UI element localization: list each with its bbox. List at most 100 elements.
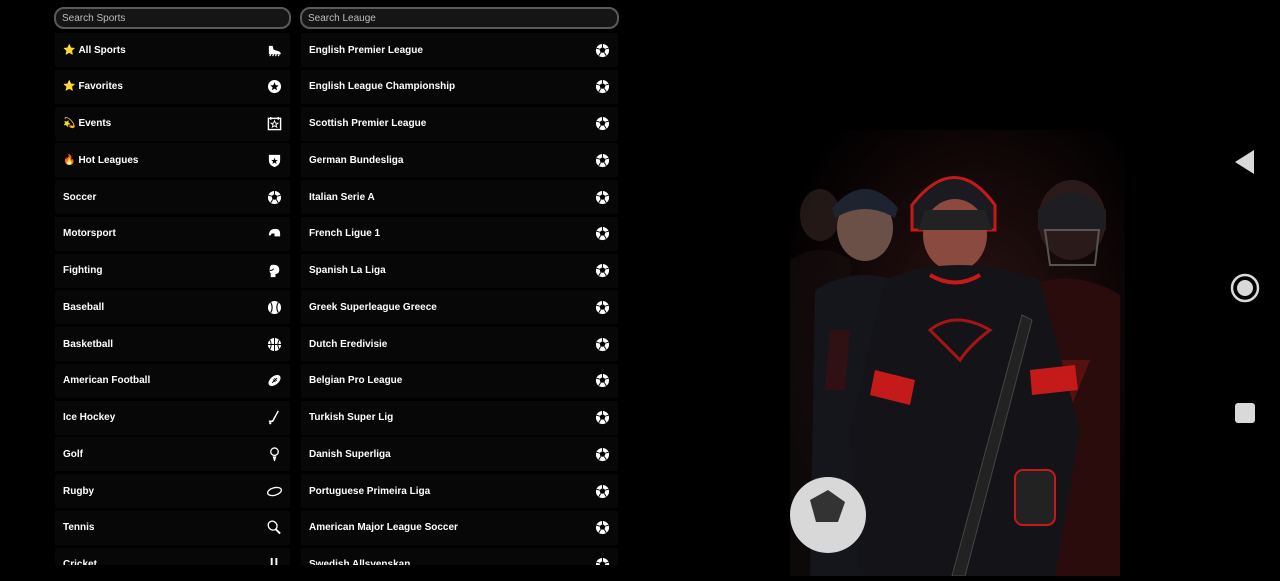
league-item-swedish-allsvenskan[interactable]: Swedish Allsvenskan <box>301 547 618 565</box>
sport-item-ice-hockey-text: Ice Hockey <box>63 412 115 423</box>
sport-item-tennis[interactable]: Tennis <box>55 510 290 545</box>
league-item-spanish-la-liga[interactable]: Spanish La Liga <box>301 253 618 288</box>
soccer-ball-icon <box>594 263 610 279</box>
league-item-english-league-championship-text: English League Championship <box>309 81 455 92</box>
sport-item-tennis-text: Tennis <box>63 522 94 533</box>
soccer-ball-icon <box>594 299 610 315</box>
sport-item-soccer-text: Soccer <box>63 192 96 203</box>
row-emoji: 💫 <box>63 118 76 129</box>
league-item-greek-superleague-greece[interactable]: Greek Superleague Greece <box>301 290 618 325</box>
row-label: Fighting <box>63 265 103 276</box>
hockey-players-illustration <box>790 176 1120 577</box>
sport-item-baseball[interactable]: Baseball <box>55 290 290 325</box>
league-item-italian-serie-a[interactable]: Italian Serie A <box>301 180 618 214</box>
row-label: Ice Hockey <box>63 412 116 423</box>
boxing-glove-icon <box>266 263 282 279</box>
nav-recents-button[interactable] <box>1234 402 1256 424</box>
soccer-ball-icon <box>594 152 610 168</box>
sport-item-motorsport-text: Motorsport <box>63 228 116 239</box>
sport-item-baseball-text: Baseball <box>63 302 104 313</box>
sport-item-motorsport[interactable]: Motorsport <box>55 216 290 251</box>
row-label: American Major League Soccer <box>309 522 458 534</box>
league-item-english-premier-league[interactable]: English Premier League <box>301 33 618 67</box>
league-item-american-major-league-soccer[interactable]: American Major League Soccer <box>301 510 618 545</box>
soccer-ball-icon <box>594 42 610 58</box>
row-label: German Bundesliga <box>309 154 404 166</box>
league-item-american-major-league-soccer-text: American Major League Soccer <box>309 522 458 533</box>
row-label: Baseball <box>63 301 105 313</box>
row-label: Basketball <box>63 338 114 350</box>
soccer-ball-icon <box>594 226 610 242</box>
row-label: All Sports <box>78 44 126 56</box>
sport-item-fighting[interactable]: Fighting <box>55 253 290 288</box>
search-sports-input[interactable] <box>54 7 291 29</box>
back-triangle-icon <box>1235 150 1254 174</box>
sport-item-soccer[interactable]: Soccer <box>55 180 290 214</box>
soccer-ball-icon <box>594 520 610 536</box>
sport-item-events[interactable]: 💫 Events <box>55 106 290 141</box>
sport-item-rugby-text: Rugby <box>63 486 94 497</box>
row-emoji: ⭐ <box>63 81 76 93</box>
sport-item-ice-hockey[interactable]: Ice Hockey <box>55 400 290 435</box>
row-emoji: 🔥 <box>63 154 76 166</box>
sport-item-basketball[interactable]: Basketball <box>55 327 290 361</box>
rugby-ball-icon <box>266 483 282 499</box>
nav-back-button[interactable] <box>1232 148 1260 176</box>
baseball-icon <box>266 299 282 315</box>
row-label: Danish Superliga <box>309 448 391 460</box>
sport-item-american-football[interactable]: American Football <box>55 363 290 398</box>
row-label: Hot Leagues <box>78 154 139 166</box>
nav-home-button[interactable] <box>1230 273 1260 303</box>
soccer-ball-icon <box>594 483 610 499</box>
sport-item-fighting-text: Fighting <box>63 265 102 276</box>
sport-item-cricket[interactable]: Cricket <box>55 547 290 565</box>
tennis-racket-icon <box>266 520 282 536</box>
league-item-german-bundesliga[interactable]: German Bundesliga <box>301 143 618 178</box>
shield-icon <box>266 152 282 168</box>
league-item-portuguese-primeira-liga[interactable]: Portuguese Primeira Liga <box>301 474 618 508</box>
sport-item-all-sports[interactable]: ⭐ All Sports <box>55 33 290 67</box>
row-label: Italian Serie A <box>309 191 375 203</box>
helmet-icon <box>266 226 282 242</box>
league-item-scottish-premier-league[interactable]: Scottish Premier League <box>301 106 618 141</box>
sport-item-cricket-text: Cricket <box>63 559 97 565</box>
soccer-ball-icon <box>594 557 610 565</box>
row-label: Scottish Premier League <box>309 118 427 129</box>
sport-item-favorites[interactable]: ⭐ Favorites <box>55 69 290 104</box>
row-label: Portuguese Primeira Liga <box>309 485 431 497</box>
sport-item-hot-leagues[interactable]: 🔥 Hot Leagues <box>55 143 290 178</box>
hero-hockey-players-image <box>790 130 1125 577</box>
sport-item-hot-leagues-text: 🔥 Hot Leagues <box>63 155 138 166</box>
league-item-danish-superliga[interactable]: Danish Superliga <box>301 437 618 472</box>
league-item-scottish-premier-league-text: Scottish Premier League <box>309 118 426 129</box>
sport-item-favorites-text: ⭐ Favorites <box>63 81 123 92</box>
sport-item-events-text: 💫 Events <box>63 118 111 129</box>
league-item-swedish-allsvenskan-text: Swedish Allsvenskan <box>309 559 410 565</box>
league-item-german-bundesliga-text: German Bundesliga <box>309 155 403 166</box>
search-league-input[interactable] <box>300 7 619 29</box>
league-item-english-league-championship[interactable]: English League Championship <box>301 69 618 104</box>
row-label: Rugby <box>63 485 95 497</box>
league-item-turkish-super-lig[interactable]: Turkish Super Lig <box>301 400 618 435</box>
row-label: Greek Superleague Greece <box>309 301 437 313</box>
soccer-ball-icon <box>594 189 610 205</box>
league-item-belgian-pro-league-text: Belgian Pro League <box>309 375 402 386</box>
row-label: Cricket <box>63 559 97 565</box>
league-item-french-ligue-1[interactable]: French Ligue 1 <box>301 216 618 251</box>
league-item-dutch-eredivisie[interactable]: Dutch Eredivisie <box>301 327 618 361</box>
row-label: Golf <box>63 448 83 460</box>
row-label: English League Championship <box>309 81 456 93</box>
hockey-stick-icon <box>266 410 282 426</box>
golf-tee-icon <box>266 446 282 462</box>
league-item-belgian-pro-league[interactable]: Belgian Pro League <box>301 363 618 398</box>
sport-item-rugby[interactable]: Rugby <box>55 474 290 508</box>
league-item-greek-superleague-greece-text: Greek Superleague Greece <box>309 302 437 313</box>
row-label: Belgian Pro League <box>309 375 403 387</box>
boot-icon <box>266 42 282 58</box>
row-label: Favorites <box>78 81 123 93</box>
league-item-danish-superliga-text: Danish Superliga <box>309 449 391 460</box>
row-label: Spanish La Liga <box>309 265 386 276</box>
row-label: Dutch Eredivisie <box>309 338 388 350</box>
sport-item-golf[interactable]: Golf <box>55 437 290 472</box>
league-item-french-ligue-1-text: French Ligue 1 <box>309 228 380 239</box>
